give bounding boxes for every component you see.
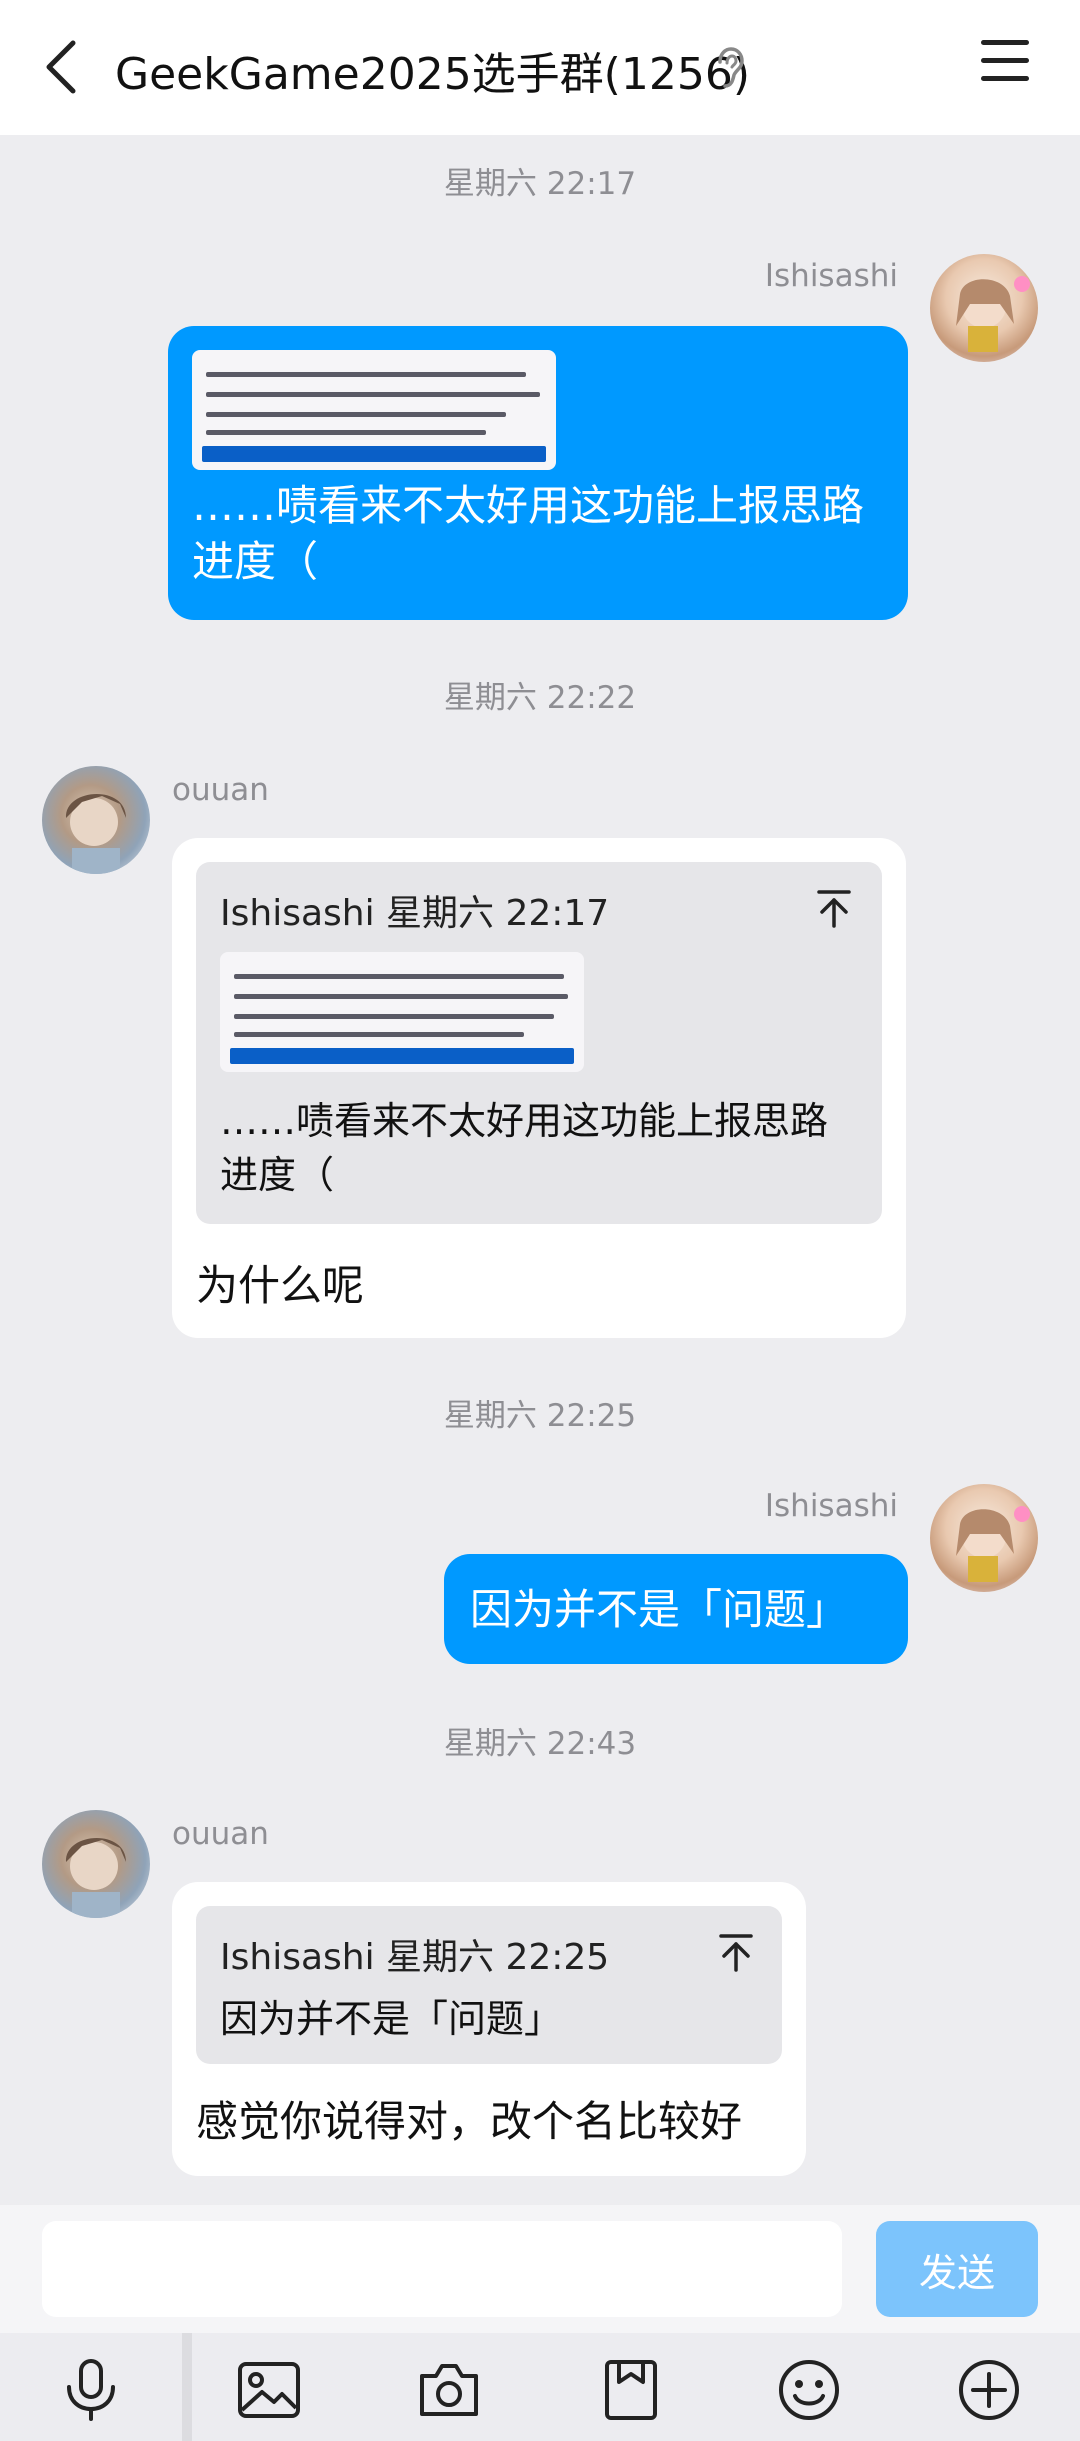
image-attachment[interactable] <box>220 952 584 1072</box>
emoji-icon[interactable] <box>774 2355 844 2425</box>
composer: 发送 <box>0 2205 1080 2333</box>
sender-name[interactable]: Ishisashi <box>765 258 898 294</box>
sender-name[interactable]: ouuan <box>172 1816 269 1852</box>
quote-text: 因为并不是「问题」 <box>220 1997 563 2041</box>
message-bubble-incoming[interactable]: Ishisashi 星期六 22:25 因为并不是「问题」 感觉你说得对，改个名… <box>172 1882 806 2176</box>
image-icon[interactable] <box>234 2355 304 2425</box>
timestamp: 星期六 22:22 <box>443 680 637 716</box>
send-button[interactable]: 发送 <box>876 2221 1038 2317</box>
quote-header: Ishisashi 星期六 22:17 <box>220 893 610 934</box>
ear-icon[interactable] <box>712 46 746 90</box>
message-bubble-outgoing[interactable]: 因为并不是「问题」 <box>444 1554 908 1664</box>
chat-header: GeekGame2025选手群(1256) <box>0 0 1080 135</box>
microphone-icon[interactable] <box>56 2355 126 2425</box>
plus-icon[interactable] <box>954 2355 1024 2425</box>
back-button[interactable] <box>30 32 90 102</box>
message-text: 为什么呢 <box>196 1261 365 1310</box>
jump-to-original-icon[interactable] <box>718 1932 754 1972</box>
sender-name[interactable]: ouuan <box>172 772 269 808</box>
quote-header: Ishisashi 星期六 22:25 <box>220 1937 610 1978</box>
camera-icon[interactable] <box>414 2355 484 2425</box>
sender-name[interactable]: Ishisashi <box>765 1488 898 1524</box>
chevron-left-icon <box>46 40 76 94</box>
chat-title[interactable]: GeekGame2025选手群(1256) <box>115 38 750 102</box>
timestamp: 星期六 22:43 <box>443 1726 637 1762</box>
message-text: 感觉你说得对，改个名比较好 <box>196 2097 743 2146</box>
avatar[interactable] <box>42 766 150 874</box>
avatar-image <box>956 1506 1030 1582</box>
avatar[interactable] <box>930 254 1038 362</box>
avatar-image <box>65 793 126 874</box>
file-icon[interactable] <box>596 2355 666 2425</box>
message-bubble-outgoing[interactable]: ……啧看来不太好用这功能上报思路进度（ <box>168 326 908 620</box>
quoted-message[interactable]: Ishisashi 星期六 22:17 ……啧看来不太好用这功能上报思路进度（ <box>196 862 882 1224</box>
menu-button[interactable] <box>975 40 1035 96</box>
timestamp: 星期六 22:25 <box>443 1398 637 1434</box>
avatar-image <box>956 276 1030 352</box>
input-toolbar <box>0 2333 1080 2441</box>
message-text: ……啧看来不太好用这功能上报思路进度（ <box>192 481 865 586</box>
image-attachment[interactable] <box>192 350 556 470</box>
jump-to-original-icon[interactable] <box>816 888 852 928</box>
timestamp: 星期六 22:17 <box>443 166 637 202</box>
message-input[interactable] <box>42 2221 842 2317</box>
menu-icon <box>981 40 1029 45</box>
message-bubble-incoming[interactable]: Ishisashi 星期六 22:17 ……啧看来不太好用这功能上报思路进度（ … <box>172 838 906 1338</box>
avatar[interactable] <box>930 1484 1038 1592</box>
quote-text: ……啧看来不太好用这功能上报思路进度（ <box>220 1099 829 1197</box>
avatar[interactable] <box>42 1810 150 1918</box>
quoted-message[interactable]: Ishisashi 星期六 22:25 因为并不是「问题」 <box>196 1906 782 2064</box>
avatar-image <box>65 1837 126 1918</box>
message-text: 因为并不是「问题」 <box>470 1585 849 1634</box>
toolbar-divider <box>182 2333 192 2441</box>
